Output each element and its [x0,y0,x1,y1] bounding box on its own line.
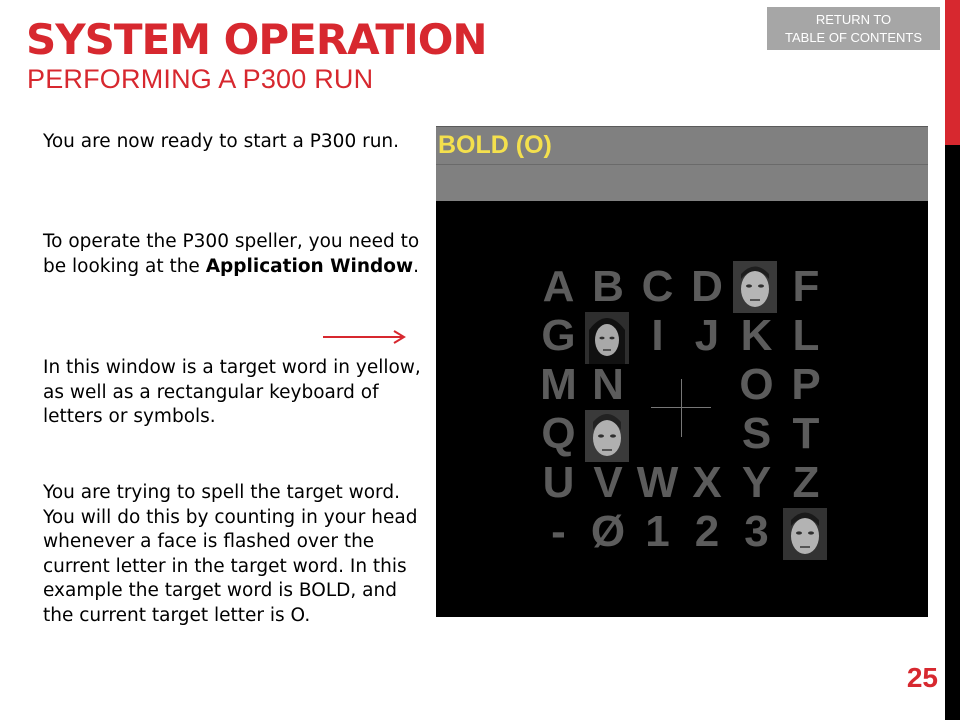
arrow-right-icon [323,330,406,344]
grid-letter: X [692,458,722,507]
return-to-toc-button[interactable]: RETURN TO TABLE OF CONTENTS [767,7,940,50]
grid-letter: G [541,311,576,360]
grid-letter: Ø [590,507,626,556]
paragraph-window: In this window is a target word in yello… [43,357,421,427]
grid-letter: N [592,360,624,409]
grid-letter: P [791,360,821,409]
grid-letter: T [792,409,820,458]
grid-letter: B [592,262,624,311]
fixation-cross-vertical [681,379,682,437]
grid-letter: D [691,262,723,311]
grid-letter: I [651,311,664,360]
grid-letter: A [542,262,575,311]
grid-letter: 3 [744,507,769,556]
face-icon [783,508,827,560]
grid-letter: 1 [645,507,670,556]
grid-letter: S [741,409,772,458]
paragraph-operate-end: . [413,255,419,277]
grid-letter: C [641,262,674,311]
accent-bar-black [945,145,960,720]
face-icon [585,312,629,364]
grid-letter: U [542,458,575,507]
paragraph-intro: You are now ready to start a P300 run. [43,131,400,152]
paragraph-operate: To operate the P300 speller, you need to… [43,230,423,279]
face-icon [733,261,777,313]
return-button-line1: RETURN TO [815,12,892,27]
grid-letter: O [739,360,774,409]
grid-letter: K [740,311,773,360]
return-button-line2: TABLE OF CONTENTS [785,30,922,45]
grid-letter: W [636,458,679,507]
grid-letter: J [694,311,720,360]
paragraph-spelling: You are trying to spell the target word.… [43,482,418,626]
face-icon [585,410,629,462]
accent-bar-red [945,0,960,145]
application-window-term: Application Window [205,255,414,277]
grid-letter: V [593,458,623,507]
grid-letter: 2 [694,507,720,556]
grid-letter: L [792,311,820,360]
slide-subtitle: PERFORMING A P300 RUN [27,64,374,94]
grid-letter: Y [741,458,772,507]
grid-letter: Q [541,409,576,458]
application-window-screenshot: BOLD (O) ABCDFGIJKLMNOPQSTUVWXYZ-Ø123 [436,126,928,617]
speller-grid: ABCD F G IJKL MN OP Q ST UVWXYZ -Ø123 [436,126,928,617]
page-number: 25 [906,662,938,693]
grid-letter: F [792,262,820,311]
grid-letter: - [551,507,566,556]
slide-title: SYSTEM OPERATION [26,15,488,64]
grid-letter: M [540,360,577,409]
grid-letter: Z [792,458,820,507]
